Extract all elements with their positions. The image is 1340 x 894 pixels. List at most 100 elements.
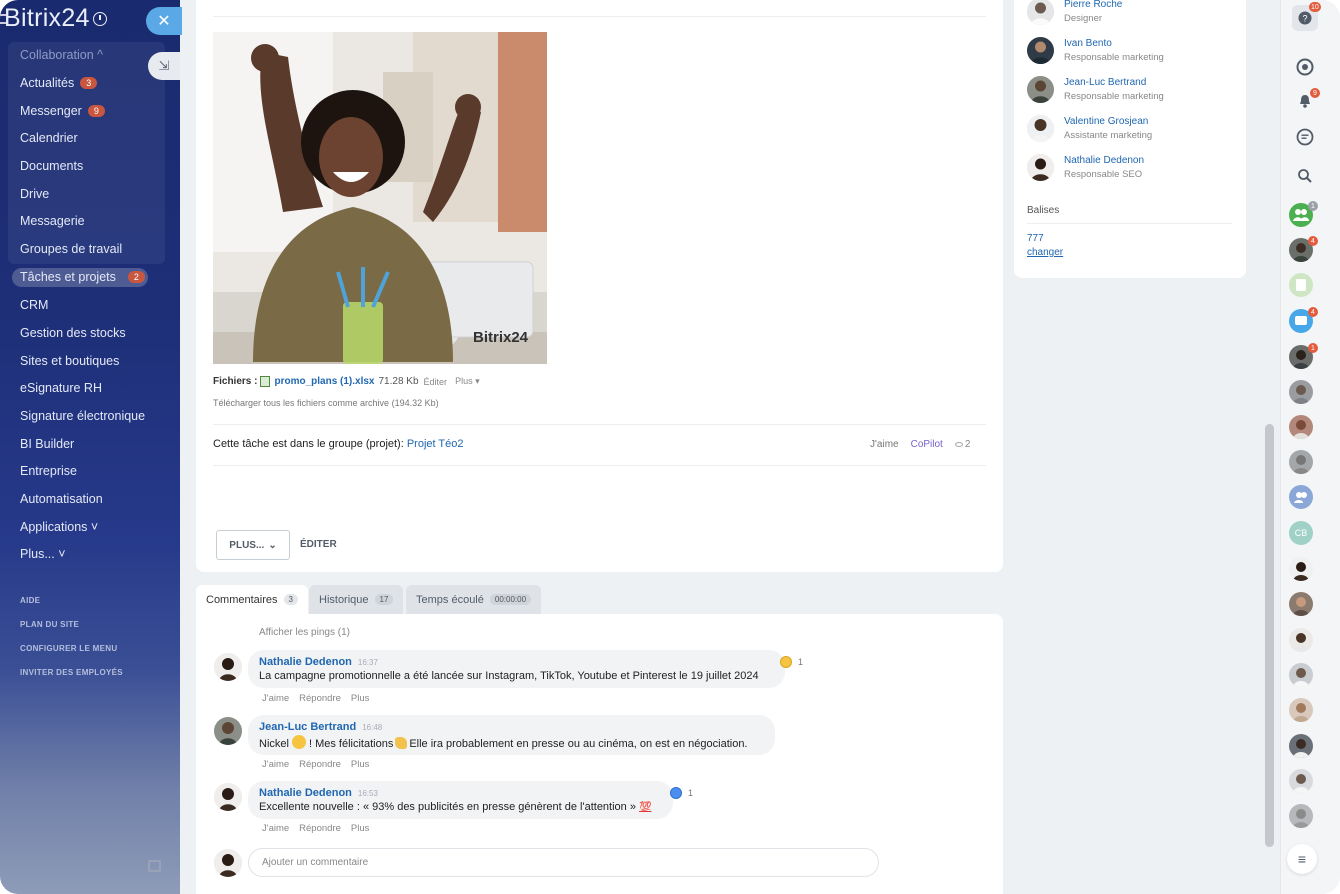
scrollbar-thumb[interactable]: [1265, 424, 1274, 847]
link-inviter-employes[interactable]: INVITER DES EMPLOYÉS: [20, 668, 123, 677]
sidebar-item-messenger[interactable]: Messenger 9: [20, 104, 105, 118]
comment-author[interactable]: Nathalie Dedenon 16:53: [259, 787, 662, 799]
like-button[interactable]: J'aime: [870, 439, 899, 450]
file-edit-link[interactable]: Éditer: [424, 377, 448, 387]
add-comment-input[interactable]: Ajouter un commentaire: [248, 848, 879, 877]
tab-commentaires[interactable]: Commentaires 3: [196, 585, 308, 614]
sidebar-item-applications[interactable]: Applications ˅: [20, 520, 98, 534]
sidebar-item-automatisation[interactable]: Automatisation: [20, 492, 103, 506]
chat-avatar[interactable]: [1289, 698, 1313, 722]
comment-author[interactable]: Jean-Luc Bertrand 16:48: [259, 721, 764, 733]
printer-icon[interactable]: [148, 860, 161, 872]
sidebar-item-calendrier[interactable]: Calendrier: [20, 131, 78, 145]
participant-name[interactable]: Jean-Luc Bertrand: [1064, 77, 1164, 88]
collaboration-header[interactable]: Collaboration ^: [20, 48, 103, 62]
chat-avatar[interactable]: [1289, 663, 1313, 687]
participant-item[interactable]: Jean-Luc Bertrand Responsable marketing: [1027, 76, 1164, 103]
chat-avatar[interactable]: [1289, 273, 1313, 297]
chat-avatar[interactable]: [1289, 804, 1313, 828]
show-pings-link[interactable]: Afficher les pings (1): [259, 627, 350, 638]
participant-item[interactable]: Ivan Bento Responsable marketing: [1027, 37, 1164, 64]
edit-task-button[interactable]: ÉDITER: [300, 539, 337, 550]
participant-name[interactable]: Nathalie Dedenon: [1064, 155, 1144, 166]
close-slider-button[interactable]: ✕: [146, 7, 182, 35]
comment-like-button[interactable]: J'aime: [262, 823, 289, 834]
avatar-image: [214, 783, 242, 811]
sidebar-item-crm[interactable]: CRM: [20, 298, 48, 312]
comment-like-button[interactable]: J'aime: [262, 693, 289, 704]
file-more-menu[interactable]: Plus ▾: [455, 376, 480, 387]
link-plan-du-site[interactable]: PLAN DU SITE: [20, 620, 79, 629]
copilot-button[interactable]: CoPilot: [911, 439, 943, 450]
minimize-slider-button[interactable]: ⇲: [148, 52, 180, 80]
comment-reply-button[interactable]: Répondre: [299, 759, 341, 770]
sidebar-item-groupes[interactable]: Groupes de travail: [20, 242, 122, 256]
tag-item[interactable]: 777: [1027, 233, 1044, 244]
comment-like-button[interactable]: J'aime: [262, 759, 289, 770]
comment-more-button[interactable]: Plus: [351, 693, 369, 704]
chat-avatar[interactable]: [1289, 485, 1313, 509]
participant-name[interactable]: Pierre Roche: [1064, 0, 1122, 10]
chat-avatar[interactable]: [1289, 380, 1313, 404]
messages-button[interactable]: [1292, 124, 1318, 150]
sidebar-item-bi-builder[interactable]: BI Builder: [20, 437, 74, 451]
search-button[interactable]: [1292, 163, 1318, 189]
sidebar-item-documents[interactable]: Documents: [20, 159, 83, 173]
attached-image[interactable]: Bitrix24: [213, 32, 547, 364]
sidebar-item-label: BI Builder: [20, 437, 75, 451]
rail-menu-button[interactable]: ≡: [1287, 844, 1317, 874]
sidebar-item-label: Documents: [20, 159, 84, 173]
participant-item[interactable]: Valentine Grosjean Assistante marketing: [1027, 115, 1152, 142]
chat-avatar[interactable]: [1289, 592, 1313, 616]
chat-avatar-initials[interactable]: CB: [1289, 521, 1313, 545]
participant-item[interactable]: Pierre Roche Designer: [1027, 0, 1122, 25]
sidebar-item-signature[interactable]: Signature électronique: [20, 409, 145, 423]
comment-more-button[interactable]: Plus: [351, 823, 369, 834]
participant-item[interactable]: Nathalie Dedenon Responsable SEO: [1027, 154, 1144, 181]
change-tags-link[interactable]: changer: [1027, 247, 1063, 258]
tab-temps-ecoule[interactable]: Temps écoulé 00:00:00: [406, 585, 542, 614]
sidebar-item-actualites[interactable]: Actualités 3: [20, 76, 98, 90]
sidebar-item-sites[interactable]: Sites et boutiques: [20, 354, 119, 368]
tab-count: 17: [374, 594, 394, 605]
avatar[interactable]: [214, 717, 242, 745]
close-icon: ✕: [157, 13, 171, 30]
participant-name[interactable]: Valentine Grosjean: [1064, 116, 1152, 127]
sidebar-item-stocks[interactable]: Gestion des stocks: [20, 326, 126, 340]
sidebar-item-plus[interactable]: Plus... ˅: [20, 547, 66, 561]
comment-author[interactable]: Nathalie Dedenon 16:37: [259, 656, 774, 668]
chat-avatar[interactable]: [1289, 734, 1313, 758]
download-all-link[interactable]: Télécharger tous les fichiers comme arch…: [213, 398, 439, 408]
reaction-summary[interactable]: 1: [670, 787, 693, 799]
chat-avatar[interactable]: [1289, 415, 1313, 439]
plus-actions-button[interactable]: PLUS... ⌄: [216, 530, 290, 560]
notifications-badge: 9: [1310, 88, 1320, 98]
project-link[interactable]: Projet Téo2: [407, 438, 464, 450]
logo[interactable]: Bitrix24: [4, 4, 107, 33]
comment-reply-button[interactable]: Répondre: [299, 693, 341, 704]
link-aide[interactable]: AIDE: [20, 596, 40, 605]
chat-avatar[interactable]: [1289, 557, 1313, 581]
comment-reply-button[interactable]: Répondre: [299, 823, 341, 834]
tab-historique[interactable]: Historique 17: [309, 585, 404, 614]
reaction-summary[interactable]: 1: [780, 656, 803, 668]
avatar[interactable]: [214, 783, 242, 811]
copilot-rail-button[interactable]: [1292, 54, 1318, 80]
sidebar-item-drive[interactable]: Drive: [20, 187, 49, 201]
chat-avatar[interactable]: [1289, 628, 1313, 652]
sidebar-item-label: Messagerie: [20, 214, 85, 228]
help-badge: 10: [1309, 2, 1321, 12]
sidebar-item-taches[interactable]: Tâches et projets 2: [20, 270, 145, 284]
chat-avatar[interactable]: [1289, 769, 1313, 793]
participant-name[interactable]: Ivan Bento: [1064, 38, 1164, 49]
sidebar-item-esignature-rh[interactable]: eSignature RH: [20, 381, 102, 395]
chat-avatar[interactable]: [1289, 450, 1313, 474]
sidebar-item-entreprise[interactable]: Entreprise: [20, 464, 77, 478]
photo-illustration: [213, 32, 547, 364]
comment-more-button[interactable]: Plus: [351, 759, 369, 770]
link-configurer-menu[interactable]: CONFIGURER LE MENU: [20, 644, 117, 653]
sidebar-item-messagerie[interactable]: Messagerie: [20, 214, 85, 228]
avatar-image: [1293, 455, 1309, 474]
avatar[interactable]: [214, 653, 242, 681]
file-link[interactable]: promo_plans (1).xlsx: [274, 376, 374, 387]
